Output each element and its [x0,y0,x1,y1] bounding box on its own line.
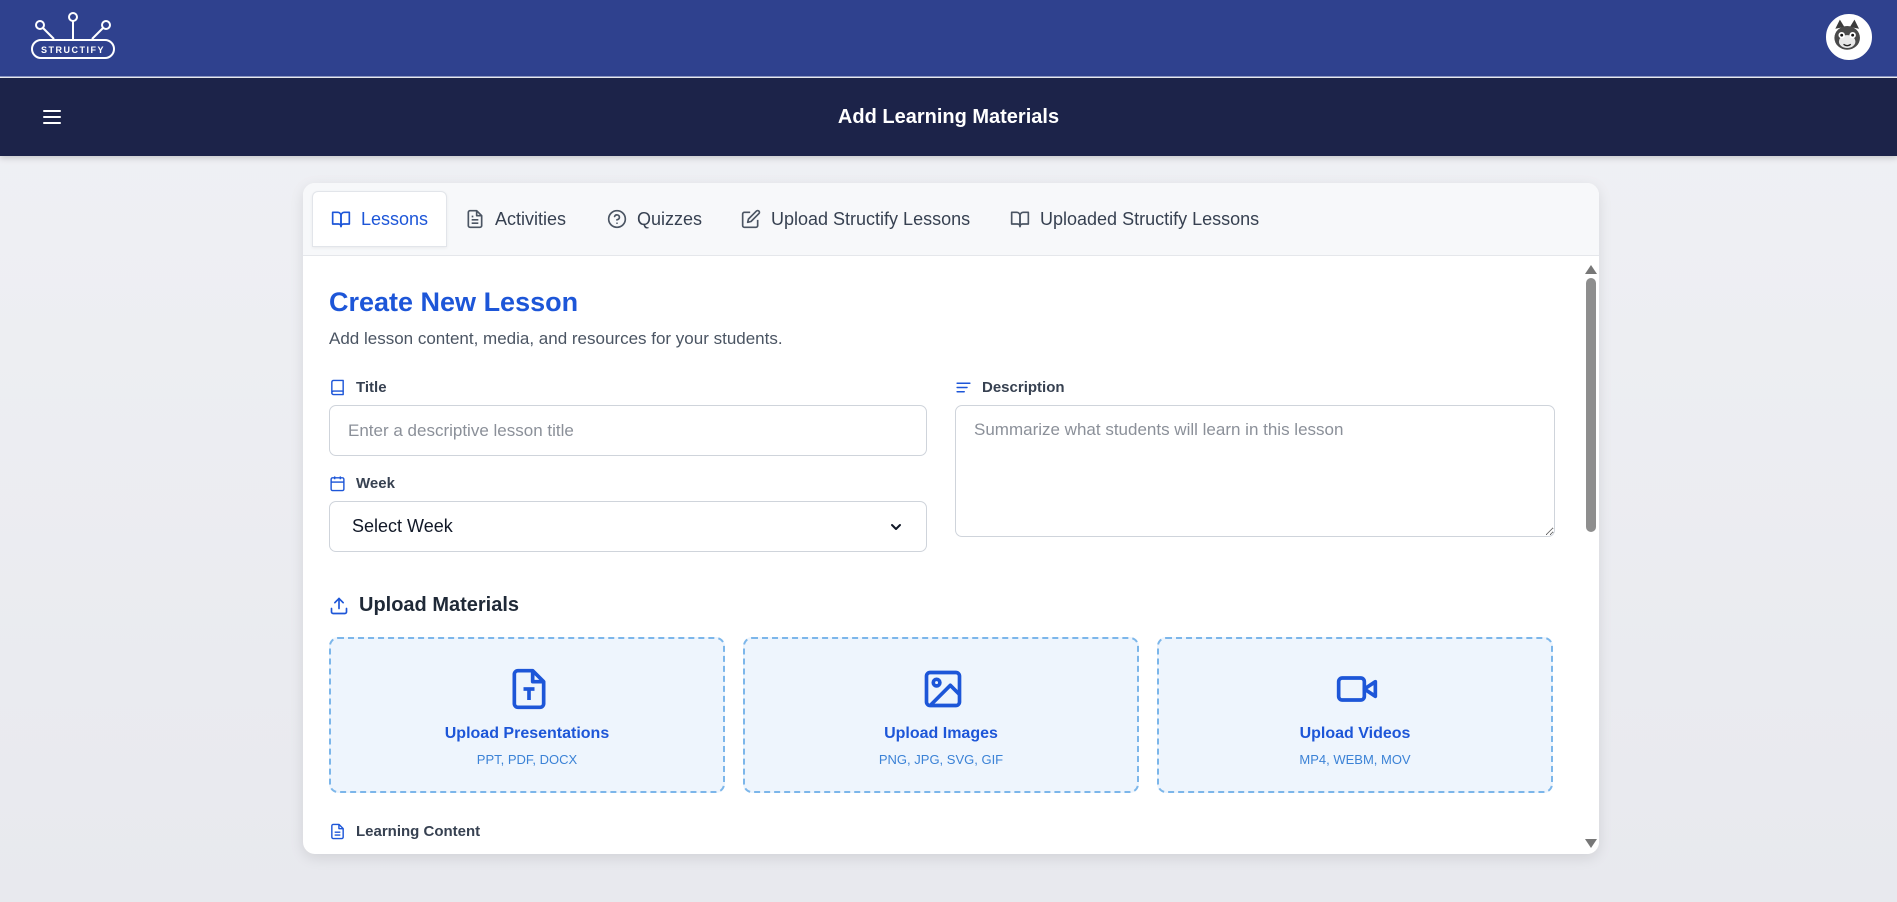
week-select[interactable]: Select Week [329,501,927,552]
file-text-icon [512,668,546,710]
page-title: Add Learning Materials [837,106,1060,128]
dropzone-formats: MP4, WEBM, MOV [1299,752,1411,767]
upload-images-dropzone[interactable]: Upload Images PNG, JPG, SVG, GIF [743,637,1139,793]
lesson-form: Create New Lesson Add lesson content, me… [303,183,1599,854]
book-icon [331,379,344,396]
upload-materials-heading: Upload Materials [329,594,519,617]
document-icon [331,823,344,840]
dropzone-title: Upload Videos [1299,725,1411,742]
scroll-up-arrow[interactable] [1585,265,1597,274]
description-textarea[interactable] [955,405,1555,537]
upload-icon [330,597,348,614]
title-input[interactable] [329,405,927,456]
video-icon [1336,676,1378,702]
description-label: Description [955,379,1065,396]
week-label: Week [329,475,395,492]
form-subtext: Add lesson content, media, and resources… [329,329,783,348]
upload-presentations-dropzone[interactable]: Upload Presentations PPT, PDF, DOCX [329,637,725,793]
dropzone-title: Upload Presentations [444,725,610,742]
materials-card: Lessons Activities Quizzes Upload Struct… [303,183,1599,854]
scroll-thumb[interactable] [1586,278,1596,532]
menu-icon[interactable] [40,105,64,129]
scroll-down-arrow[interactable] [1585,839,1597,848]
structify-logo[interactable]: STRUCTIFY [30,12,116,62]
align-left-icon [956,382,971,393]
image-icon [924,670,962,708]
dropzone-title: Upload Images [884,725,998,742]
logo-text: STRUCTIFY [41,45,105,55]
form-heading: Create New Lesson [329,287,579,317]
dropzone-formats: PPT, PDF, DOCX [476,752,578,767]
sub-header: Add Learning Materials [0,78,1897,156]
title-label: Title [329,379,387,396]
chevron-down-icon [891,523,901,530]
top-bar: STRUCTIFY [0,0,1897,77]
upload-videos-dropzone[interactable]: Upload Videos MP4, WEBM, MOV [1157,637,1553,793]
week-select-value: Select Week [352,516,453,536]
dropzone-formats: PNG, JPG, SVG, GIF [878,752,1004,767]
avatar[interactable] [1826,14,1872,60]
learning-content-label: Learning Content [329,823,480,840]
content-scrollbar[interactable] [1583,257,1599,854]
calendar-icon [330,476,345,492]
